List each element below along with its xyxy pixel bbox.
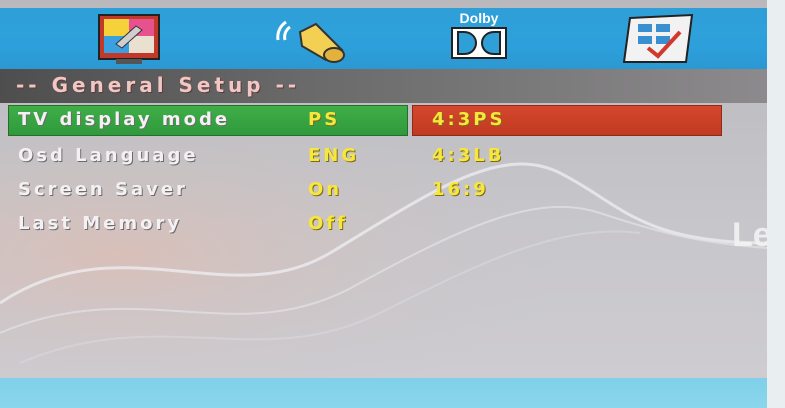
section-header: -- General Setup -- [0,69,767,103]
setup-category-bar: Dolby [0,8,767,69]
screen-edge [767,0,785,408]
option-16-9[interactable]: 16:9 [432,179,489,200]
option-4-3ps[interactable]: 4:3PS [432,109,505,130]
menu-item-screen-saver[interactable]: Screen Saver [18,179,188,200]
menu-value-screen-saver: On [308,179,343,200]
menu-value-last-memory: Off [308,213,348,234]
dvd-setup-screen: Le Dolby -- General Setup -- TV display … [0,0,785,408]
option-4-3lb[interactable]: 4:3LB [432,145,504,166]
brand-watermark: Le [732,216,772,254]
menu-item-last-memory[interactable]: Last Memory [18,213,182,234]
audio-setup-icon[interactable] [272,14,352,70]
menu-value-tv-display-mode: PS [308,109,341,130]
menu-item-osd-language[interactable]: Osd Language [18,145,199,166]
menu-item-tv-display-mode[interactable]: TV display mode [18,109,230,130]
general-setup-icon[interactable] [96,12,168,70]
dolby-setup-icon[interactable]: Dolby [450,10,508,64]
dolby-label: Dolby [459,10,499,26]
bottom-help-bar [0,378,767,408]
page-title: -- General Setup -- [16,73,301,97]
preference-setup-icon[interactable] [620,12,700,70]
menu-value-osd-language: ENG [308,145,360,166]
dolby-double-d-icon [451,27,507,59]
